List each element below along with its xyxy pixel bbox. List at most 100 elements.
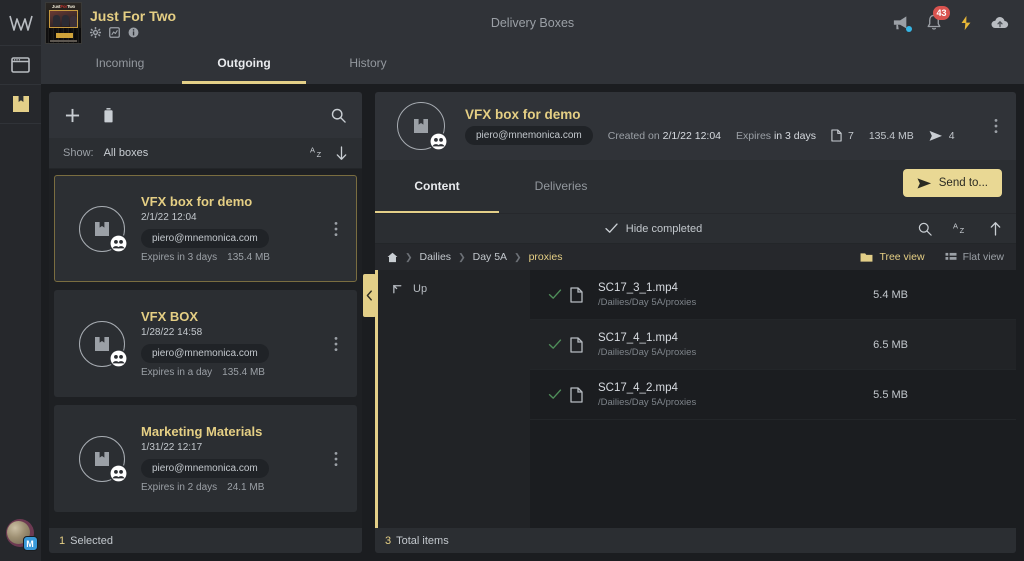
box-card[interactable]: Marketing Materials 1/31/22 12:17 piero@… [54, 405, 357, 512]
poster-frame [49, 9, 78, 28]
avatar-badge: M [22, 536, 38, 551]
breadcrumb-item-day-5a[interactable]: Day 5A [473, 251, 507, 263]
box-card[interactable]: VFX box for demo 2/1/22 12:04 piero@mnem… [54, 175, 357, 282]
file-list[interactable]: SC17_3_1.mp4 /Dailies/Day 5A/proxies 5.4… [530, 270, 1016, 528]
box-detail-info: VFX box for demo piero@mnemonica.com Cre… [465, 107, 955, 145]
file-path: /Dailies/Day 5A/proxies [598, 346, 697, 358]
breadcrumb: ❯ Dailies ❯ Day 5A ❯ proxies Tree view F… [375, 244, 1016, 270]
content-tool-icons: A Z [918, 221, 1002, 236]
svg-text:Z: Z [317, 150, 322, 159]
page-title: Just For Two [90, 7, 177, 24]
file-completed-check [548, 289, 570, 300]
file-completed-check [548, 389, 570, 400]
home-icon[interactable] [387, 252, 398, 263]
upload-cloud-icon[interactable] [990, 15, 1010, 31]
breadcrumb-item-dailies[interactable]: Dailies [420, 251, 452, 263]
box-owner-chip: piero@mnemonica.com [141, 229, 269, 248]
tab-content[interactable]: Content [375, 160, 499, 213]
activity-icon[interactable] [958, 15, 974, 31]
box-avatar [79, 435, 128, 483]
send-to-button[interactable]: Send to... [902, 169, 1002, 197]
info-icon[interactable] [128, 27, 139, 38]
show-icon-row [90, 26, 176, 38]
bell-icon[interactable]: 43 [926, 6, 950, 31]
box-info: VFX BOX 1/28/22 14:58 piero@mnemonica.co… [141, 309, 269, 378]
tree-view-toggle[interactable]: Tree view [860, 251, 925, 263]
tab-outgoing[interactable]: Outgoing [182, 45, 306, 84]
boxes-toolbar [49, 92, 362, 138]
tab-deliveries[interactable]: Deliveries [499, 160, 623, 213]
search-icon[interactable] [918, 222, 932, 236]
hide-completed-label: Hide completed [625, 222, 703, 235]
sort-az-icon[interactable]: A Z [953, 222, 968, 236]
box-info: Marketing Materials 1/31/22 12:17 piero@… [141, 424, 269, 493]
box-meta: Expires in 2 days 24.1 MB [141, 482, 269, 493]
collapse-panel-button[interactable] [363, 274, 376, 317]
file-path: /Dailies/Day 5A/proxies [598, 396, 697, 408]
avatar[interactable]: M [5, 519, 38, 551]
tab-history[interactable]: History [306, 45, 430, 84]
tree-item-up[interactable]: Up [378, 278, 530, 300]
table-row[interactable]: SC17_4_2.mp4 /Dailies/Day 5A/proxies 5.5… [530, 370, 1016, 420]
box-meta: Expires in a day 135.4 MB [141, 367, 269, 378]
check-icon [605, 223, 618, 233]
arrow-up-icon[interactable] [989, 221, 1002, 236]
breadcrumb-separator: ❯ [458, 251, 466, 262]
sidebar-item-workspace[interactable] [0, 46, 41, 84]
box-owner-chip: piero@mnemonica.com [141, 344, 269, 363]
content-body: Up SC17_3_1.mp4 /Dailies/Day 5A/proxies … [375, 270, 1016, 528]
box-menu-button[interactable] [330, 447, 342, 470]
table-row[interactable]: SC17_3_1.mp4 /Dailies/Day 5A/proxies 5.4… [530, 270, 1016, 320]
table-row[interactable]: SC17_4_1.mp4 /Dailies/Day 5A/proxies 6.5… [530, 320, 1016, 370]
app-root: M JustForTwo Just For Two Delivery Boxes… [0, 0, 1024, 561]
add-box-button[interactable] [65, 108, 80, 123]
arrow-up-left-icon [393, 285, 402, 294]
selected-count: 1 [59, 534, 66, 547]
panel-window-icon [11, 57, 30, 73]
folder-tree-pane[interactable]: Up [375, 270, 530, 528]
box-detail-meta: piero@mnemonica.com Created on 2/1/22 12… [465, 126, 955, 145]
breadcrumb-separator: ❯ [514, 251, 522, 262]
delete-box-button[interactable] [102, 107, 115, 123]
file-info: SC17_4_1.mp4 /Dailies/Day 5A/proxies [598, 332, 696, 358]
box-date: 2/1/22 12:04 [141, 212, 197, 223]
file-name: SC17_4_2.mp4 [598, 381, 678, 394]
breadcrumb-item-proxies[interactable]: proxies [529, 251, 563, 263]
box-name: VFX BOX [141, 309, 199, 324]
show-value-dropdown[interactable]: All boxes [104, 147, 149, 159]
search-icon[interactable] [331, 108, 346, 123]
file-count-stat: 7 [831, 129, 854, 142]
box-expiry: Expires in a day [141, 367, 213, 378]
megaphone-icon[interactable] [892, 15, 912, 32]
poster-billing-block [50, 39, 77, 42]
box-card[interactable]: VFX BOX 1/28/22 14:58 piero@mnemonica.co… [54, 290, 357, 397]
file-info: SC17_3_1.mp4 /Dailies/Day 5A/proxies [598, 282, 696, 308]
flat-view-toggle[interactable]: Flat view [945, 251, 1004, 263]
box-total-size: 135.4 MB [868, 129, 914, 142]
sort-direction-icon[interactable] [335, 145, 348, 161]
file-icon [831, 129, 842, 142]
production-poster[interactable]: JustForTwo [45, 1, 82, 44]
boxes-footer: 1 Selected [49, 528, 362, 553]
box-info: VFX box for demo 2/1/22 12:04 piero@mnem… [141, 194, 270, 263]
tree-view-label: Tree view [879, 251, 925, 263]
box-detail-menu-button[interactable] [990, 115, 1002, 138]
gear-icon[interactable] [90, 26, 101, 38]
sort-az-icon[interactable]: A Z [310, 146, 325, 160]
hide-completed-toggle[interactable]: Hide completed [605, 223, 702, 235]
box-menu-button[interactable] [330, 217, 342, 240]
box-avatar [79, 320, 128, 368]
reports-icon[interactable] [109, 26, 120, 38]
flat-view-label: Flat view [962, 251, 1004, 263]
tab-incoming[interactable]: Incoming [58, 45, 182, 84]
box-date: 1/31/22 12:17 [141, 442, 203, 453]
chevron-left-icon [366, 290, 372, 301]
box-menu-button[interactable] [330, 332, 342, 355]
box-detail-panel: VFX box for demo piero@mnemonica.com Cre… [375, 92, 1016, 553]
sidebar-item-delivery-boxes[interactable] [0, 85, 41, 123]
panel-collapse-area [362, 92, 376, 553]
file-size: 5.4 MB [873, 288, 908, 301]
show-label: Show: [63, 147, 94, 159]
folder-icon [860, 252, 873, 262]
boxes-list[interactable]: VFX box for demo 2/1/22 12:04 piero@mnem… [49, 169, 362, 528]
